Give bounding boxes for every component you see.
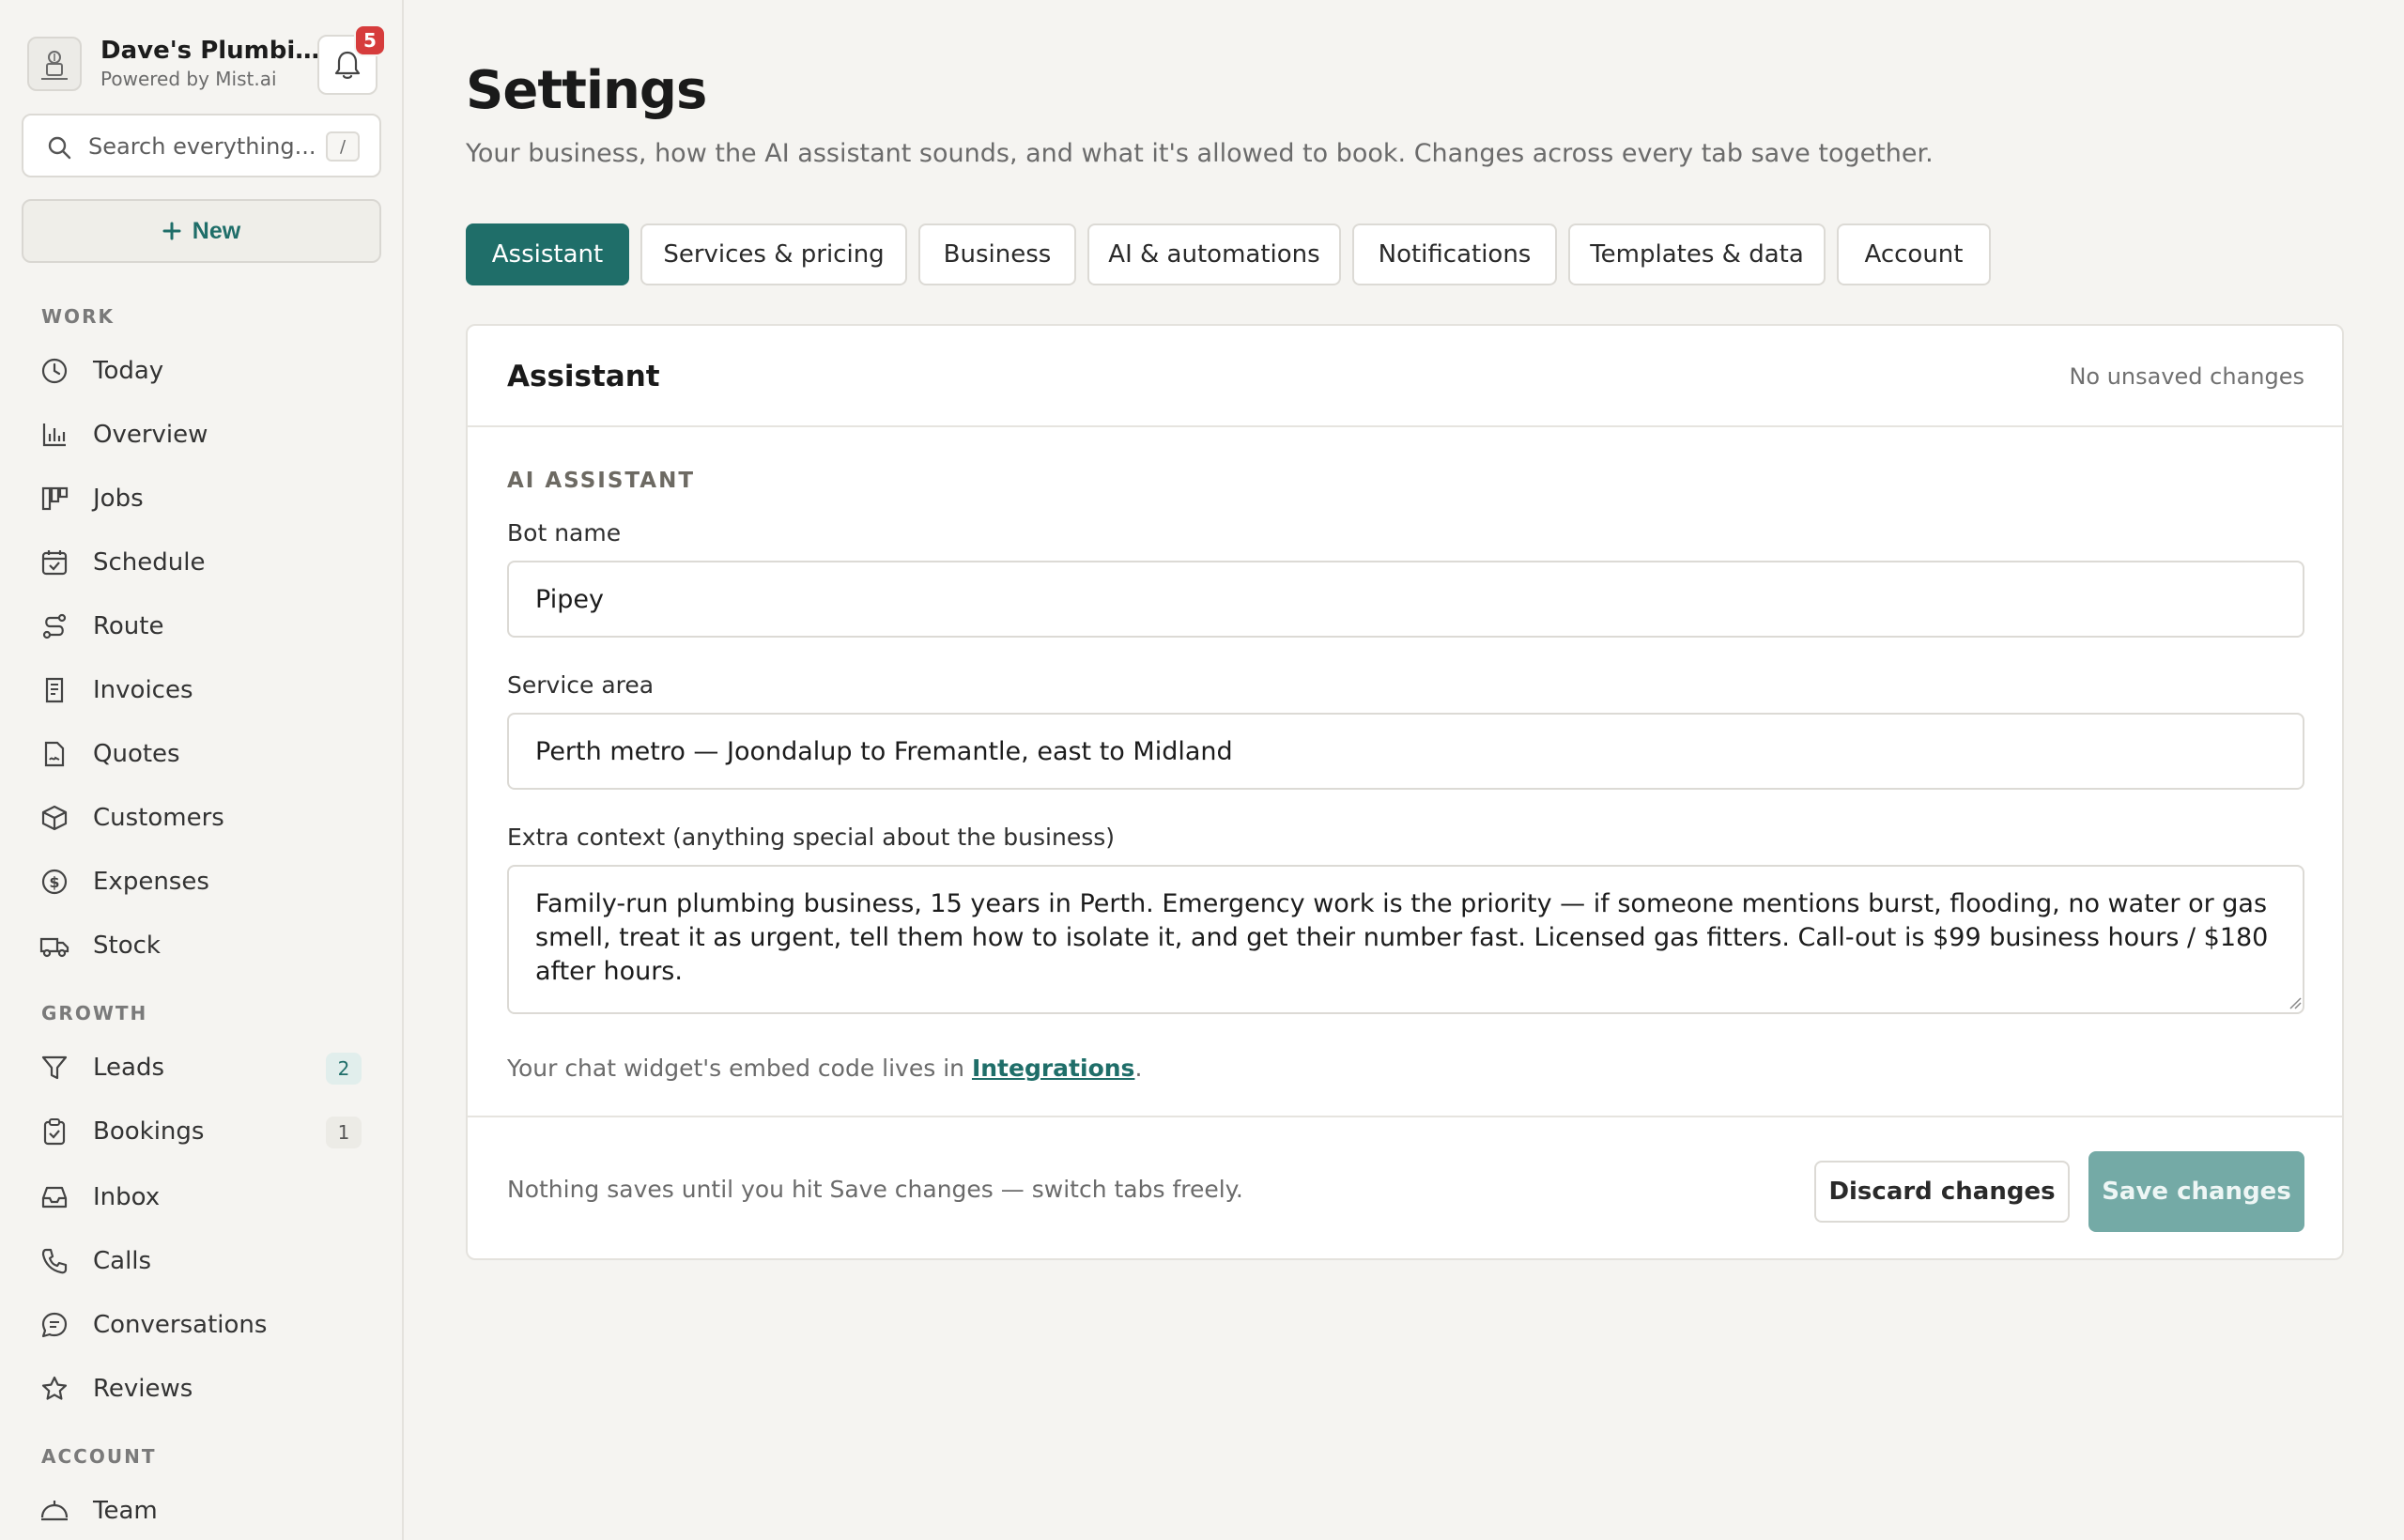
plus-icon [162, 222, 181, 240]
section-label-growth: GROWTH [41, 1002, 148, 1024]
sidebar-item-label: Today [93, 357, 164, 385]
plumber-logo-icon [27, 37, 82, 91]
notification-count-badge: 5 [354, 24, 386, 56]
tab-services-pricing[interactable]: Services & pricing [640, 223, 907, 285]
integrations-link[interactable]: Integrations [972, 1055, 1134, 1082]
sidebar-item-bookings[interactable]: Bookings 1 [38, 1105, 371, 1158]
search-icon [48, 136, 71, 160]
sidebar: Dave's Plumbin... Powered by Mist.ai 5 S… [0, 0, 404, 1540]
sidebar-item-route[interactable]: Route [38, 600, 371, 653]
sidebar-item-calls[interactable]: Calls [38, 1235, 371, 1287]
sidebar-item-label: Stock [93, 932, 161, 960]
resize-grip-icon[interactable] [2288, 996, 2302, 1009]
footer-note: Nothing saves until you hit Save changes… [507, 1176, 1243, 1203]
page-title: Settings [466, 60, 707, 121]
sidebar-item-label: Route [93, 612, 164, 640]
new-button-label: New [192, 217, 241, 244]
tab-ai-automations[interactable]: AI & automations [1087, 223, 1341, 285]
clock-icon [38, 354, 71, 388]
phone-icon [38, 1244, 71, 1278]
header-divider [468, 425, 2342, 427]
funnel-icon [38, 1051, 71, 1085]
bot-name-input[interactable] [507, 561, 2304, 638]
brand-name: Dave's Plumbin... [100, 37, 326, 65]
section-label-work: WORK [41, 305, 115, 328]
sidebar-item-label: Bookings [93, 1117, 205, 1146]
star-icon [38, 1372, 71, 1406]
sidebar-item-leads[interactable]: Leads 2 [38, 1041, 371, 1094]
svg-text:$: $ [49, 873, 59, 891]
sidebar-item-stock[interactable]: Stock [38, 919, 371, 972]
sidebar-item-label: Calls [93, 1247, 152, 1275]
tab-templates-data[interactable]: Templates & data [1568, 223, 1826, 285]
sidebar-item-label: Customers [93, 804, 224, 832]
save-changes-button[interactable]: Save changes [2088, 1151, 2304, 1232]
sidebar-item-label: Team [93, 1497, 158, 1525]
bookings-count-badge: 1 [326, 1116, 362, 1148]
sidebar-item-label: Invoices [93, 676, 193, 704]
inbox-icon [38, 1180, 71, 1214]
service-area-input[interactable] [507, 713, 2304, 790]
sidebar-item-jobs[interactable]: Jobs [38, 472, 371, 525]
route-icon [38, 609, 71, 643]
footer-divider [468, 1116, 2342, 1117]
tab-assistant[interactable]: Assistant [466, 223, 629, 285]
sidebar-item-label: Inbox [93, 1183, 161, 1211]
box-icon [38, 801, 71, 835]
sidebar-item-reviews[interactable]: Reviews [38, 1363, 371, 1415]
sidebar-item-quotes[interactable]: Quotes [38, 728, 371, 780]
kanban-icon [38, 482, 71, 516]
sidebar-item-today[interactable]: Today [38, 345, 371, 397]
tab-account[interactable]: Account [1837, 223, 1991, 285]
sidebar-item-label: Conversations [93, 1311, 268, 1339]
calendar-check-icon [38, 546, 71, 579]
bot-name-label: Bot name [507, 519, 622, 547]
card-title: Assistant [507, 360, 660, 393]
section-label-account: ACCOUNT [41, 1445, 157, 1468]
sidebar-item-label: Expenses [93, 868, 209, 896]
extra-context-textarea[interactable]: Family-run plumbing business, 15 years i… [507, 865, 2304, 1014]
section-heading: AI ASSISTANT [507, 469, 696, 493]
search-box[interactable]: Search everything... / [22, 114, 381, 177]
team-icon [38, 1494, 71, 1528]
search-input[interactable]: Search everything... [88, 133, 316, 160]
embed-code-hint: Your chat widget's embed code lives in I… [507, 1055, 1142, 1082]
bar-chart-icon [38, 418, 71, 452]
tab-business[interactable]: Business [918, 223, 1076, 285]
new-button[interactable]: New [22, 199, 381, 263]
service-area-label: Service area [507, 671, 655, 699]
sidebar-item-customers[interactable]: Customers [38, 792, 371, 844]
sidebar-item-label: Quotes [93, 740, 180, 768]
assistant-settings-card: Assistant No unsaved changes AI ASSISTAN… [466, 324, 2344, 1260]
sidebar-item-expenses[interactable]: $ Expenses [38, 855, 371, 908]
brand-subtitle: Powered by Mist.ai [100, 68, 277, 90]
message-icon [38, 1308, 71, 1342]
sidebar-item-inbox[interactable]: Inbox [38, 1171, 371, 1224]
clipboard-check-icon [38, 1115, 71, 1148]
tab-notifications[interactable]: Notifications [1352, 223, 1557, 285]
hint-period: . [1134, 1055, 1143, 1082]
sidebar-item-label: Leads [93, 1054, 165, 1082]
sidebar-item-label: Jobs [93, 485, 144, 513]
leads-count-badge: 2 [326, 1053, 362, 1085]
search-shortcut-key: / [326, 131, 360, 162]
extra-context-label: Extra context (anything special about th… [507, 824, 1116, 851]
sidebar-item-conversations[interactable]: Conversations [38, 1299, 371, 1351]
discard-changes-button[interactable]: Discard changes [1814, 1161, 2070, 1223]
page-subtitle: Your business, how the AI assistant soun… [466, 139, 1934, 168]
sidebar-item-label: Overview [93, 421, 208, 449]
sidebar-item-invoices[interactable]: Invoices [38, 664, 371, 716]
sidebar-item-overview[interactable]: Overview [38, 408, 371, 461]
truck-icon [38, 929, 71, 962]
dollar-circle-icon: $ [38, 865, 71, 899]
sidebar-item-label: Reviews [93, 1375, 193, 1403]
sidebar-item-team[interactable]: Team [38, 1485, 371, 1537]
sidebar-item-label: Schedule [93, 548, 206, 577]
hint-text: Your chat widget's embed code lives in [507, 1055, 972, 1082]
save-status: No unsaved changes [2069, 363, 2304, 390]
file-signature-icon [38, 737, 71, 771]
sidebar-item-schedule[interactable]: Schedule [38, 536, 371, 589]
receipt-icon [38, 673, 71, 707]
